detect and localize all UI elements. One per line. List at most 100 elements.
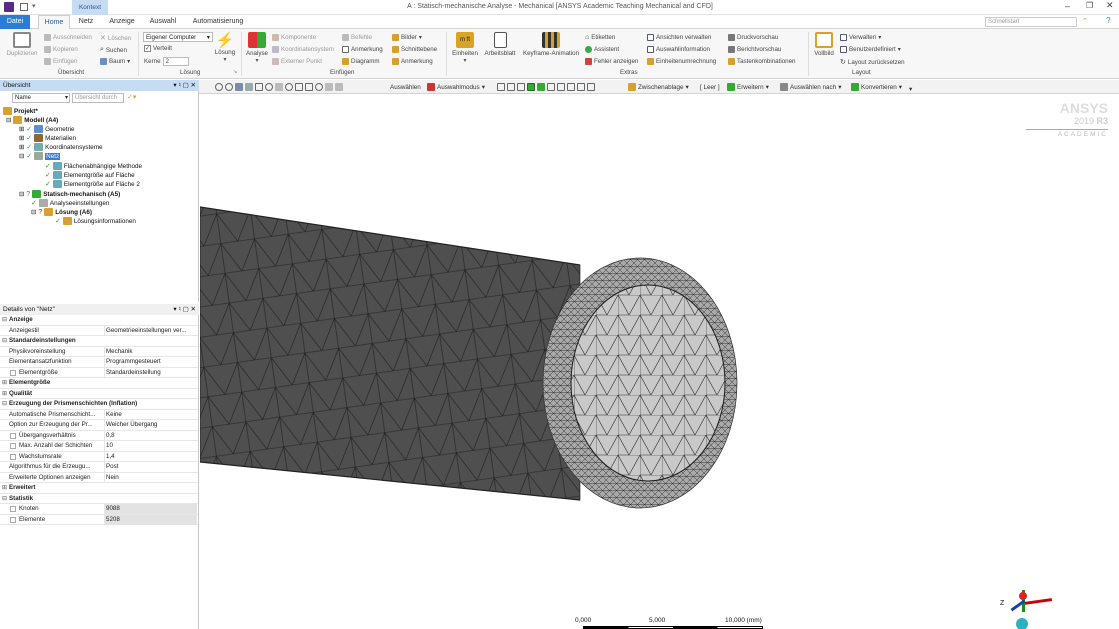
keyframe-animation-button[interactable]: Keyframe-Animation bbox=[520, 32, 582, 57]
distributed-checkbox[interactable]: ✓ Verteilt bbox=[144, 45, 172, 52]
zoom-icon[interactable] bbox=[285, 83, 293, 91]
component-button[interactable]: Komponente bbox=[272, 34, 316, 41]
convert-button[interactable]: Konvertieren ▾ bbox=[851, 82, 902, 92]
element-filter-icon[interactable] bbox=[537, 83, 545, 91]
images-button[interactable]: Bilder ▾ bbox=[392, 34, 422, 41]
details-property-row[interactable]: Anzeigestil Geometrieeinstellungen ver... bbox=[0, 325, 198, 336]
collapse-icon[interactable]: ⊟ bbox=[31, 209, 36, 216]
panel-controls-icon[interactable]: ▾ ♮ ▢ ✕ bbox=[173, 304, 196, 315]
outline-filter-input[interactable]: Übersicht durch bbox=[72, 93, 124, 103]
tree-node-face-sizing-2[interactable]: ✓ Elementgröße auf Fläche 2 bbox=[45, 180, 140, 188]
details-property-row[interactable]: Erweiterte Optionen anzeigen Nein bbox=[0, 472, 198, 483]
manage-layout-button[interactable]: Verwalten ▾ bbox=[840, 34, 881, 41]
tree-node-method[interactable]: ✓ Flächenabhängige Methode bbox=[45, 162, 142, 170]
app-icon[interactable] bbox=[4, 2, 14, 12]
coordinate-system-button[interactable]: Koordinatensystem bbox=[272, 46, 334, 53]
property-value[interactable]: 1,4 bbox=[104, 451, 197, 462]
worksheet-button[interactable]: Arbeitsblatt bbox=[483, 32, 517, 57]
property-value[interactable]: Standardeinstellung bbox=[104, 367, 197, 378]
solve-button[interactable]: ⚡ Lösung ▾ bbox=[213, 32, 237, 63]
details-group-row[interactable]: ⊟ Anzeige bbox=[0, 315, 198, 326]
property-value[interactable]: Geometrieeinstellungen ver... bbox=[104, 325, 197, 336]
property-value[interactable]: Mechanik bbox=[104, 346, 197, 357]
tab-home[interactable]: Home bbox=[38, 15, 70, 29]
commands-button[interactable]: Befehle bbox=[342, 34, 372, 41]
expand-icon[interactable]: ⊞ bbox=[19, 126, 24, 133]
parameter-checkbox[interactable] bbox=[10, 453, 16, 460]
details-property-row[interactable]: Option zur Erzeugung der Pr... Weicher Üb… bbox=[0, 420, 198, 431]
body-filter-icon[interactable] bbox=[527, 83, 535, 91]
details-group-row[interactable]: ⊟ Standardeinstellungen bbox=[0, 336, 198, 347]
up-icon[interactable]: ⌃ bbox=[1082, 17, 1088, 25]
property-value[interactable]: Keine bbox=[104, 409, 197, 420]
box-zoom-icon[interactable] bbox=[295, 83, 303, 91]
minimize-button[interactable]: – bbox=[1065, 1, 1070, 11]
expand-icon[interactable]: ⊞ bbox=[19, 144, 24, 151]
wireframe-icon[interactable] bbox=[255, 83, 263, 91]
details-property-row[interactable]: Elementansatzfunktion Programmgesteuert bbox=[0, 357, 198, 368]
section-plane-button[interactable]: Schnittebene bbox=[392, 46, 437, 53]
tree-node-face-sizing[interactable]: ✓ Elementgröße auf Fläche bbox=[45, 171, 135, 179]
analysis-button[interactable]: Analyse ▾ bbox=[245, 32, 269, 64]
next-view-icon[interactable] bbox=[335, 83, 343, 91]
property-value[interactable]: Post bbox=[104, 462, 197, 472]
solver-target-select[interactable]: Eigener Computer ▾ bbox=[143, 32, 213, 42]
close-button[interactable]: ✕ bbox=[1106, 0, 1114, 11]
property-value[interactable]: 10 bbox=[104, 441, 197, 451]
iso-view-icon[interactable] bbox=[235, 83, 243, 91]
tree-node-solution[interactable]: ⊟? Lösung (A6) bbox=[31, 208, 92, 216]
collapse-icon[interactable]: ⊟ bbox=[2, 494, 7, 504]
manage-views-button[interactable]: Ansichten verwalten bbox=[647, 34, 711, 41]
collapse-icon[interactable]: ⊟ bbox=[2, 315, 7, 325]
tab-auswahl[interactable]: Auswahl bbox=[145, 15, 181, 29]
details-property-row[interactable]: Elementgröße Standardeinstellung bbox=[0, 367, 198, 378]
copy-button[interactable]: Kopieren bbox=[44, 46, 78, 53]
select-button[interactable]: Auswählen bbox=[390, 82, 421, 92]
clipboard-button[interactable]: Zwischenablage ▾ bbox=[628, 82, 689, 92]
paste-button[interactable]: Einfügen bbox=[44, 58, 77, 65]
annotation-button[interactable]: Anmerkung bbox=[342, 46, 383, 53]
tab-anzeige[interactable]: Anzeige bbox=[104, 15, 140, 29]
empty-clipboard-button[interactable]: [ Leer ] bbox=[700, 82, 720, 92]
select-mode-button[interactable]: Auswahlmodus ▾ bbox=[427, 82, 485, 92]
cut-button[interactable]: Ausschneiden bbox=[44, 34, 92, 41]
labels-button[interactable]: ⌂ Etiketten bbox=[585, 34, 615, 41]
tab-netz[interactable]: Netz bbox=[74, 15, 98, 29]
restore-button[interactable]: ❐ bbox=[1086, 1, 1093, 10]
magnifier-icon[interactable] bbox=[315, 83, 323, 91]
pick-icon[interactable] bbox=[577, 83, 585, 91]
shaded-view-icon[interactable] bbox=[245, 83, 253, 91]
tab-datei[interactable]: Datei bbox=[0, 15, 30, 29]
details-property-row[interactable]: Physikvoreinstellung Mechanik bbox=[0, 346, 198, 357]
details-property-row[interactable]: Knoten 9088 bbox=[0, 504, 198, 515]
collapse-icon[interactable]: ⊟ bbox=[2, 336, 7, 346]
find-button[interactable]: ⌕ Suchen bbox=[100, 46, 127, 54]
details-group-row[interactable]: ⊞ Erweitert bbox=[0, 483, 198, 494]
zoom-out-icon[interactable] bbox=[225, 83, 233, 91]
cores-input[interactable]: 2 bbox=[162, 57, 189, 66]
parameter-checkbox[interactable] bbox=[10, 516, 16, 523]
units-button[interactable]: m ft Einheiten ▾ bbox=[450, 32, 480, 64]
previous-view-icon[interactable] bbox=[325, 83, 333, 91]
duplicate-button[interactable]: Duplizieren bbox=[5, 32, 39, 57]
parameter-checkbox[interactable] bbox=[10, 432, 16, 439]
extend-filter-icon[interactable] bbox=[567, 83, 575, 91]
print-preview-button[interactable]: Druckvorschau bbox=[728, 34, 778, 41]
property-value[interactable]: Nein bbox=[104, 472, 197, 483]
edge-filter-icon[interactable] bbox=[507, 83, 515, 91]
details-group-row[interactable]: ⊟ Erzeugung der Prismenschichten (Inflati… bbox=[0, 399, 198, 410]
zoom-in-icon[interactable] bbox=[215, 83, 223, 91]
collapse-icon[interactable]: ⊟ bbox=[19, 191, 24, 198]
property-value[interactable]: 0,8 bbox=[104, 430, 197, 441]
tree-node-project[interactable]: Projekt* bbox=[3, 107, 38, 115]
unit-converter-button[interactable]: Einheitenumrechnung bbox=[647, 58, 716, 65]
quick-search-input[interactable]: Schnellstart bbox=[985, 17, 1077, 27]
tree-node-materials[interactable]: ⊞ ✓ Materialien bbox=[19, 134, 76, 142]
rotate-icon[interactable] bbox=[265, 83, 273, 91]
dialog-launcher-icon[interactable]: ↘ bbox=[233, 69, 237, 75]
assistant-button[interactable]: Assistent bbox=[585, 46, 619, 53]
report-preview-button[interactable]: Berichtvorschau bbox=[728, 46, 781, 53]
expand-icon[interactable]: ⊞ bbox=[2, 389, 7, 399]
show-errors-button[interactable]: Fehler anzeigen bbox=[585, 58, 638, 65]
delete-button[interactable]: ✕ Löschen bbox=[100, 34, 131, 43]
